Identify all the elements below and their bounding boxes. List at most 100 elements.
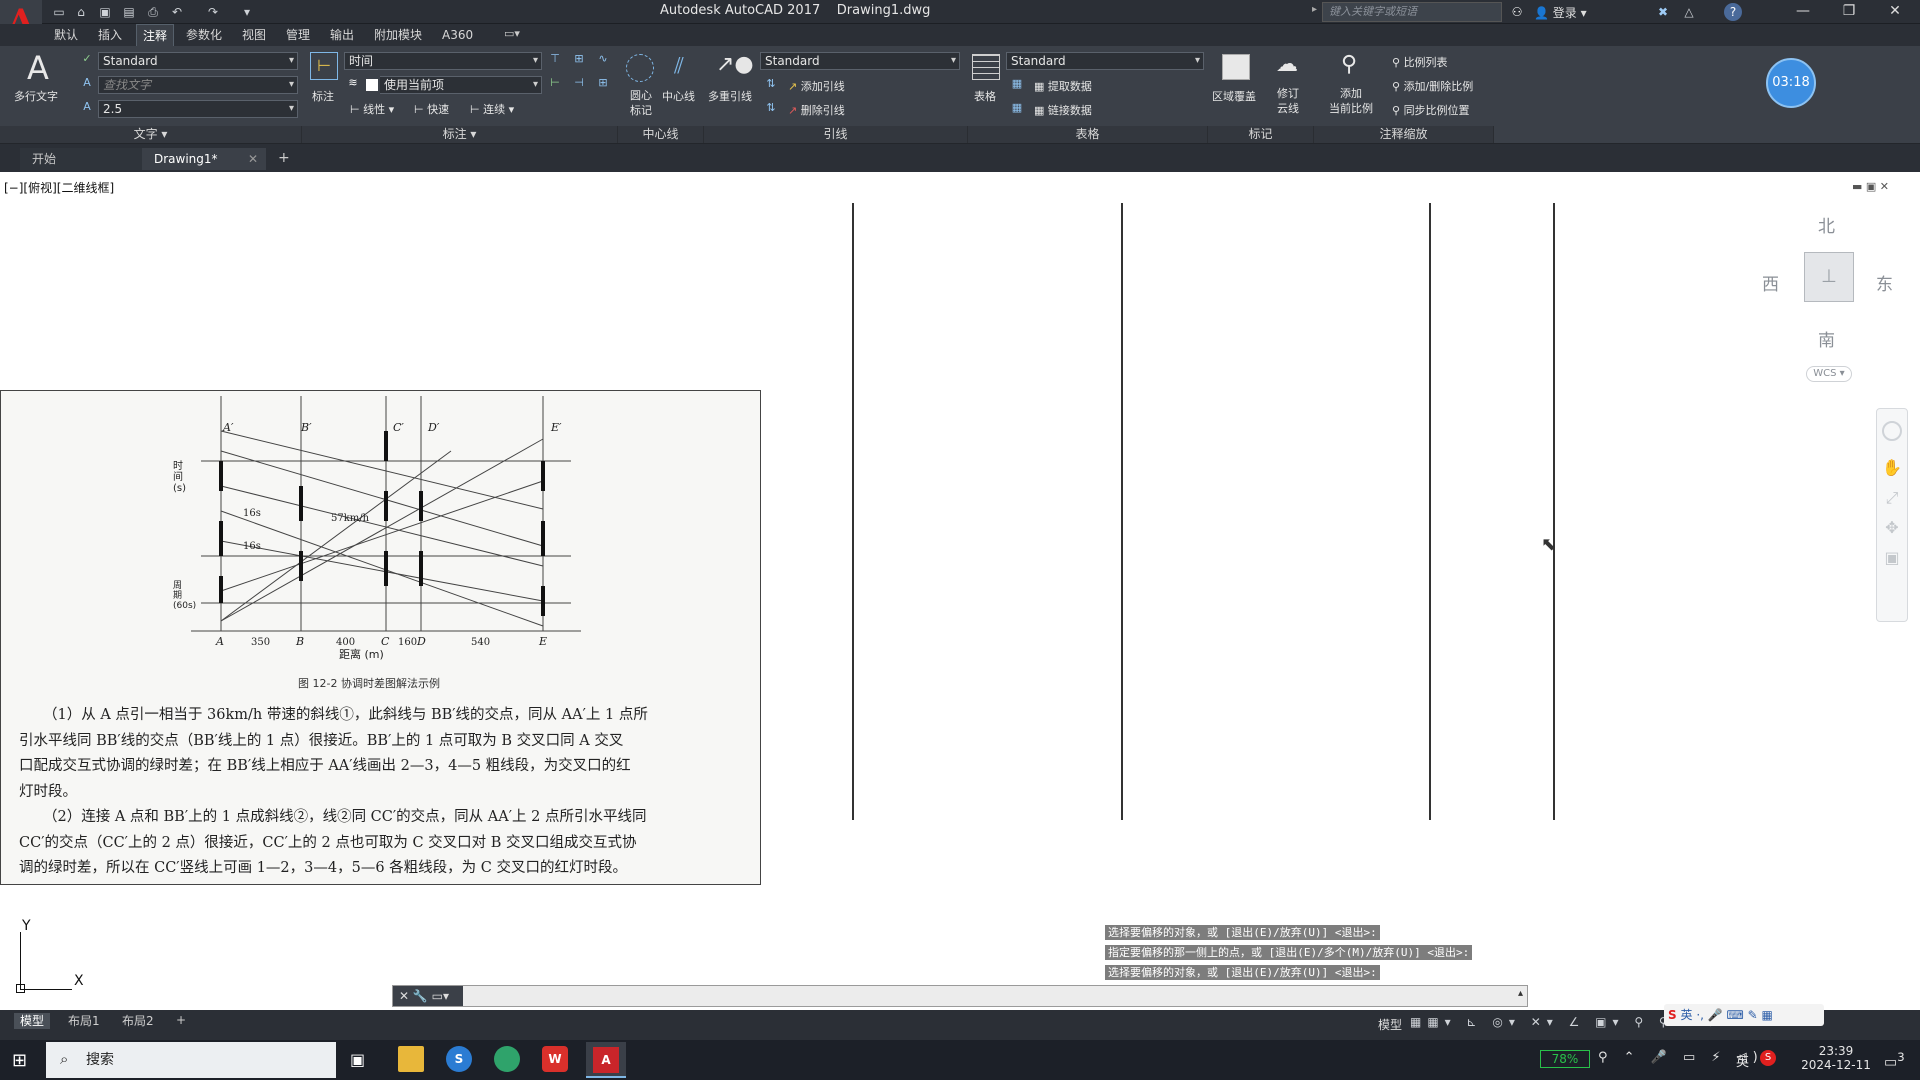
viewcube-north[interactable]: 北 bbox=[1818, 212, 1835, 237]
sync-scale-button[interactable]: ⚲ 同步比例位置 bbox=[1392, 102, 1470, 118]
wipeout-button[interactable]: 区域覆盖 bbox=[1212, 88, 1256, 104]
tab-addins[interactable]: 附加模块 bbox=[368, 24, 428, 46]
scale-list-button[interactable]: ⚲ 比例列表 bbox=[1392, 54, 1448, 70]
print-icon[interactable]: ⎙ bbox=[144, 3, 162, 21]
viewcube-south[interactable]: 南 bbox=[1818, 326, 1835, 351]
dim-tool-2-icon[interactable]: ⊞ bbox=[572, 52, 586, 66]
text-height-icon[interactable]: A bbox=[80, 100, 94, 114]
help-search-input[interactable]: 键入关键字或短语 bbox=[1322, 2, 1502, 22]
exchange-icon[interactable]: ✖ bbox=[1654, 3, 1672, 21]
centerline-icon[interactable]: ⫽ bbox=[664, 54, 694, 82]
table-tool-1-icon[interactable]: ▦ bbox=[1010, 77, 1024, 91]
tab-options-icon[interactable]: ▭▾ bbox=[504, 27, 520, 40]
align-leader-icon[interactable]: ⇅ bbox=[764, 77, 778, 91]
text-style-select[interactable]: Standard bbox=[98, 52, 298, 70]
command-history-toggle-icon[interactable]: ▴ bbox=[1518, 988, 1523, 999]
raster-image[interactable]: A′ B′ C′ D′ E′ A B C D E 350 400 160 540… bbox=[0, 390, 761, 885]
edge-icon[interactable] bbox=[494, 1046, 520, 1072]
minimize-button[interactable]: — bbox=[1780, 0, 1826, 24]
quick-access-menu-icon[interactable]: ▾ bbox=[238, 3, 256, 21]
text-height-select[interactable]: 2.5 bbox=[98, 100, 298, 118]
close-tab-icon[interactable]: ✕ bbox=[248, 148, 258, 170]
multileader-button[interactable]: 多重引线 bbox=[708, 88, 752, 104]
start-tab[interactable]: 开始 bbox=[20, 148, 144, 170]
model-tab[interactable]: 模型 bbox=[14, 1013, 51, 1029]
layer-icon[interactable]: ≋ bbox=[346, 76, 360, 90]
viewcube-east[interactable]: 东 bbox=[1876, 270, 1893, 295]
open-file-icon[interactable]: ⌂ bbox=[72, 3, 90, 21]
dimension-icon[interactable]: ⊢ bbox=[310, 52, 338, 80]
tab-annotate[interactable]: 注释 bbox=[136, 24, 175, 46]
layout1-tab[interactable]: 布局1 bbox=[62, 1013, 106, 1029]
layout2-tab[interactable]: 布局2 bbox=[116, 1013, 160, 1029]
text-panel-title[interactable]: 文字 ▾ bbox=[0, 126, 302, 143]
dim-panel-title[interactable]: 标注 ▾ bbox=[302, 126, 618, 143]
a360-icon[interactable]: △ bbox=[1680, 3, 1698, 21]
leader-style-select[interactable]: Standard bbox=[760, 52, 960, 70]
mtext-button[interactable]: 多行文字 bbox=[14, 88, 58, 104]
tab-output[interactable]: 输出 bbox=[324, 24, 360, 46]
center-mark-icon[interactable] bbox=[626, 54, 654, 82]
drawn-line[interactable] bbox=[852, 203, 854, 820]
tab-parametric[interactable]: 参数化 bbox=[180, 24, 228, 46]
tab-a360[interactable]: A360 bbox=[436, 24, 479, 46]
new-tab-icon[interactable]: + bbox=[278, 150, 290, 166]
dimension-button[interactable]: 标注 bbox=[312, 88, 334, 104]
centerline-button[interactable]: 中心线 bbox=[662, 88, 695, 104]
center-mark-button[interactable]: 圆心 标记 bbox=[626, 88, 656, 118]
task-view-icon[interactable]: ▣ bbox=[350, 1050, 365, 1069]
ime-toolbar[interactable]: S 英 ·, 🎤 ⌨ ✎ ▦ bbox=[1664, 1004, 1824, 1026]
command-line[interactable]: ✕ 🔧 ▭▾ ▴ bbox=[392, 985, 1528, 1007]
add-current-scale-button[interactable]: 添加 当前比例 bbox=[1326, 86, 1376, 116]
revcloud-icon[interactable]: ☁ bbox=[1270, 52, 1304, 80]
viewport-window-controls[interactable]: ▬ ▣ ✕ bbox=[1852, 180, 1889, 193]
tab-view[interactable]: 视图 bbox=[236, 24, 272, 46]
viewcube-top[interactable]: ⊥ bbox=[1804, 252, 1854, 302]
windows-start-icon[interactable]: ⊞ bbox=[12, 1050, 27, 1071]
save-as-icon[interactable]: ▤ bbox=[120, 3, 138, 21]
continue-dim-button[interactable]: ⊢ 连续 ▾ bbox=[470, 101, 514, 117]
battery-indicator[interactable]: 78% bbox=[1540, 1050, 1590, 1068]
autocad-taskbar-button[interactable]: A bbox=[586, 1042, 626, 1078]
sign-in-button[interactable]: 👤 登录 ▾ bbox=[1534, 4, 1587, 21]
collect-leader-icon[interactable]: ⇅ bbox=[764, 101, 778, 115]
centerline-panel-title[interactable]: 中心线 bbox=[618, 126, 704, 143]
link-data-button[interactable]: ▦ 链接数据 bbox=[1034, 102, 1092, 118]
sogou-icon[interactable]: S bbox=[1760, 1050, 1776, 1066]
find-text-input[interactable]: 查找文字 bbox=[98, 76, 298, 94]
tray-ime[interactable]: 英 bbox=[1736, 1051, 1749, 1070]
wps-icon[interactable]: W bbox=[542, 1046, 568, 1072]
viewport-controls[interactable]: [−][俯视][二维线框] bbox=[4, 179, 114, 196]
leader-panel-title[interactable]: 引线 bbox=[704, 126, 968, 143]
extract-data-button[interactable]: ▦ 提取数据 bbox=[1034, 78, 1092, 94]
markup-panel-title[interactable]: 标记 bbox=[1208, 126, 1314, 143]
showmotion-icon[interactable]: ▣ bbox=[1877, 543, 1907, 573]
pan-icon[interactable]: ✋ bbox=[1877, 453, 1907, 483]
table-icon[interactable] bbox=[972, 54, 1000, 80]
binoculars-icon[interactable]: ⚇ bbox=[1508, 3, 1526, 21]
restore-button[interactable]: ❐ bbox=[1826, 0, 1872, 24]
quick-dim-button[interactable]: ⊢ 快速 bbox=[414, 101, 449, 117]
drawn-line[interactable] bbox=[1429, 203, 1431, 820]
orbit-icon[interactable]: ✥ bbox=[1877, 513, 1907, 543]
dim-tool-6-icon[interactable]: ⊞ bbox=[596, 76, 610, 90]
tab-default[interactable]: 默认 bbox=[48, 24, 84, 46]
table-panel-title[interactable]: 表格 bbox=[968, 126, 1208, 143]
find-text-icon[interactable]: A bbox=[80, 76, 94, 90]
drawn-line[interactable] bbox=[1553, 203, 1555, 820]
spellcheck-icon[interactable]: ✓ bbox=[80, 52, 94, 66]
dim-style-select[interactable]: 时间 bbox=[344, 52, 542, 70]
close-button[interactable]: ✕ bbox=[1872, 0, 1918, 24]
dim-tool-1-icon[interactable]: ⊤ bbox=[548, 52, 562, 66]
multileader-icon[interactable]: ↗● bbox=[716, 52, 754, 82]
timer-badge[interactable]: 03:18 bbox=[1766, 58, 1816, 108]
linear-dim-button[interactable]: ⊢ 线性 ▾ bbox=[350, 101, 394, 117]
dim-tool-3-icon[interactable]: ∿ bbox=[596, 52, 610, 66]
command-line-tools[interactable]: ✕ 🔧 ▭▾ bbox=[393, 986, 463, 1006]
dim-tool-4-icon[interactable]: ⊢ bbox=[548, 76, 562, 90]
dim-layer-select[interactable]: 使用当前项 bbox=[380, 76, 542, 94]
zoom-icon[interactable]: ⤢ bbox=[1877, 483, 1907, 513]
revcloud-button[interactable]: 修订 云线 bbox=[1274, 86, 1302, 116]
add-layout-icon[interactable]: + bbox=[176, 1013, 186, 1027]
add-delete-scale-button[interactable]: ⚲ 添加/删除比例 bbox=[1392, 78, 1473, 94]
